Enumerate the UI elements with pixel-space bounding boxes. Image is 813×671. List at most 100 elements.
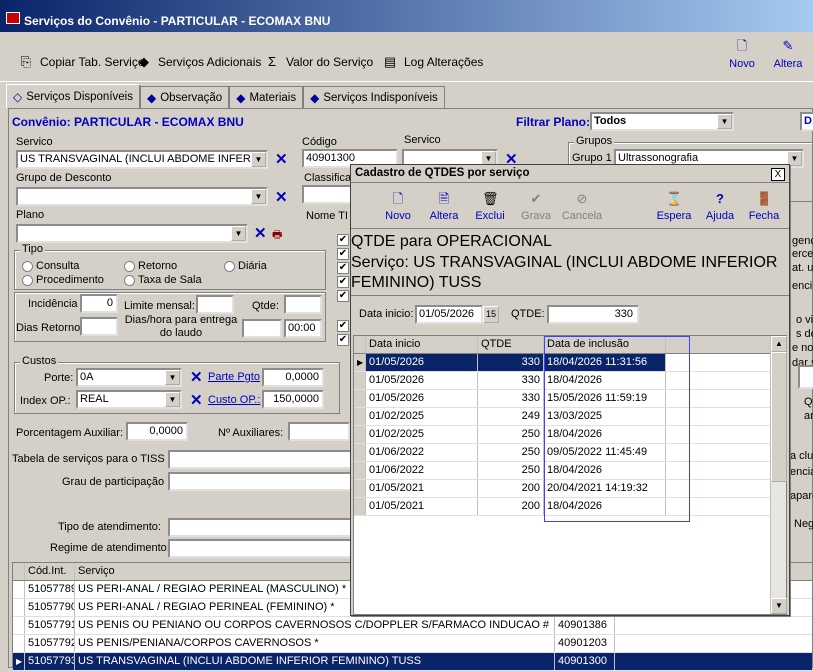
limite-input[interactable] [196, 295, 234, 314]
qtde-row[interactable]: 01/05/2026 330 15/05/2026 11:59:19 [354, 390, 786, 408]
qtde-input[interactable] [284, 295, 322, 314]
classifica-input[interactable] [302, 185, 352, 204]
radio-icon [124, 274, 135, 286]
clear-plano-icon[interactable]: ✕ [254, 224, 267, 242]
scroll-up-icon[interactable]: ▲ [771, 336, 787, 352]
dialog-wait-button[interactable]: ⌛ Espera [651, 191, 697, 222]
plano-search-icon[interactable]: 🖶 [272, 226, 282, 245]
tab-servicos-disponiveis[interactable]: ◇ Serviços Disponíveis [6, 84, 140, 108]
copy-icon: ⎘ [20, 54, 32, 69]
qtde-row[interactable]: 01/02/2025 249 13/03/2025 [354, 408, 786, 426]
hora-input[interactable]: 00:00 [284, 319, 322, 338]
qtde-row[interactable]: 01/05/2021 200 20/04/2021 14:19:32 [354, 480, 786, 498]
scroll-thumb[interactable] [771, 352, 787, 482]
qtde-cell: 200 [478, 480, 544, 497]
qtde-row[interactable]: 01/02/2025 250 18/04/2026 [354, 426, 786, 444]
clear-servico-icon[interactable]: ✕ [275, 150, 288, 168]
filter-plan-select[interactable]: Todos ▼ [590, 112, 734, 131]
chevron-down-icon[interactable]: ▼ [251, 189, 266, 204]
qtde-row[interactable]: ▶ 01/05/2026 330 18/04/2026 11:31:56 [354, 354, 786, 372]
parte-pgto-link[interactable]: Parte Pgto [208, 371, 260, 383]
right-clipped-button[interactable] [798, 365, 813, 389]
plano-select[interactable]: ▼ [16, 224, 248, 243]
col-qtde[interactable]: QTDE [478, 336, 544, 353]
tiss-input[interactable] [168, 450, 352, 469]
table-cell: 40901300 [555, 653, 615, 670]
chevron-down-icon[interactable]: ▼ [231, 226, 246, 241]
service-value-button[interactable]: Σ Valor do Serviço [264, 54, 373, 70]
qtde-row[interactable]: 01/05/2021 200 18/04/2026 [354, 498, 786, 516]
tipo-atend-input[interactable] [168, 518, 352, 537]
discount-group-select[interactable]: ▼ [16, 187, 268, 206]
regime-input[interactable] [168, 539, 352, 558]
tab-observacao[interactable]: ◆ Observação [139, 86, 230, 108]
dialog-new-button[interactable]: 🗋 Novo [375, 191, 421, 222]
radio-retorno[interactable]: Retorno [124, 260, 177, 272]
dialog-toolbar: 🗋 Novo 🗎 Altera 🗑 Exclui ✔ Grava ⊘ Cancela ⌛ E… [351, 185, 789, 229]
dialog-edit-button[interactable]: 🗎 Altera [421, 191, 467, 222]
clear-index-icon[interactable]: ✕ [190, 391, 203, 409]
custo-op-link[interactable]: Custo OP.: [208, 394, 260, 406]
calendar-icon[interactable]: 15 [483, 306, 499, 323]
porte-select[interactable]: 0A ▼ [76, 368, 182, 387]
n-aux-input[interactable] [288, 422, 350, 441]
radio-consulta[interactable]: Consulta [22, 260, 79, 272]
checkbox-1[interactable]: ✔ [337, 234, 349, 246]
edit-button[interactable]: ✎ Altera [766, 38, 810, 70]
dialog-cancel-button[interactable]: ⊘ Cancela [559, 191, 605, 222]
row-indicator [354, 390, 366, 407]
checkbox-7[interactable]: ✔ [337, 334, 349, 346]
additional-services-button[interactable]: ◆ Serviços Adicionais [136, 54, 261, 70]
col-data-inclusao[interactable]: Data de inclusão [544, 336, 666, 353]
incidencia-input[interactable]: 0 [80, 294, 118, 313]
chevron-down-icon[interactable]: ▼ [165, 370, 180, 385]
radio-diaria[interactable]: Diária [224, 260, 267, 272]
checkbox-6[interactable]: ✔ [337, 320, 349, 332]
check-icon: ✔ [530, 191, 542, 206]
dialog-date-input[interactable]: 01/05/2026 [415, 305, 483, 324]
qtde-row[interactable]: 01/06/2022 250 09/05/2022 11:45:49 [354, 444, 786, 462]
clear-discount-icon[interactable]: ✕ [275, 188, 288, 206]
copy-table-button[interactable]: ⎘ Copiar Tab. Serviço [18, 54, 145, 70]
scroll-down-icon[interactable]: ▼ [771, 598, 787, 614]
checkbox-3[interactable]: ✔ [337, 262, 349, 274]
tab-servicos-indisponiveis[interactable]: ◆ Serviços Indisponíveis [303, 86, 445, 108]
qtde-row[interactable]: 01/05/2026 330 18/04/2026 [354, 372, 786, 390]
parte-pgto-input[interactable]: 0,0000 [262, 368, 324, 387]
radio-procedimento[interactable]: Procedimento [22, 274, 104, 286]
tab-materiais[interactable]: ◆ Materiais [229, 86, 304, 108]
porc-aux-input[interactable]: 0,0000 [126, 422, 188, 441]
table-row[interactable]: ▶ 51057793 US TRANSVAGINAL (INCLUI ABDOME … [13, 653, 812, 671]
grau-input[interactable] [168, 472, 352, 491]
log-button[interactable]: ▤ Log Alterações [382, 54, 484, 70]
table-row[interactable]: 51057792 US PENIS/PENIANA/CORPOS CAVERNOS… [13, 635, 812, 653]
log-label: Log Alterações [404, 55, 484, 69]
col-data-inicio[interactable]: Data inicio [366, 336, 478, 353]
servico-select[interactable]: US TRANSVAGINAL (INCLUI ABDOME INFERII ▼ [16, 150, 268, 169]
dias-retorno-input[interactable] [80, 317, 118, 336]
custo-op-input[interactable]: 150,0000 [262, 390, 324, 409]
dialog-save-button[interactable]: ✔ Grava [513, 191, 559, 222]
chevron-down-icon[interactable]: ▼ [251, 152, 266, 167]
checkbox-5[interactable]: ✔ [337, 290, 349, 302]
dialog-delete-button[interactable]: 🗑 Exclui [467, 191, 513, 222]
dialog-help-button[interactable]: ? Ajuda [697, 191, 743, 222]
dialog-close-button[interactable]: X [771, 168, 785, 181]
clear-porte-icon[interactable]: ✕ [190, 368, 203, 386]
col-cod-int[interactable]: Cód.Int. [25, 563, 75, 580]
dialog-qtde-input[interactable]: 330 [547, 305, 639, 324]
checkbox-4[interactable]: ✔ [337, 276, 349, 288]
qtde-cell: 01/05/2021 [366, 480, 478, 497]
dias-laudo-input[interactable] [242, 319, 282, 338]
dialog-close-tool-button[interactable]: 🚪 Fecha [741, 191, 787, 222]
qtde-row[interactable]: 01/06/2022 250 18/04/2026 [354, 462, 786, 480]
radio-taxa-sala[interactable]: Taxa de Sala [124, 274, 202, 286]
table-row[interactable]: 51057791 US PENIS OU PENIANO OU CORPOS CA… [13, 617, 812, 635]
new-button[interactable]: 🗋 Novo [720, 38, 764, 70]
index-op-select[interactable]: REAL ▼ [76, 390, 182, 409]
chevron-down-icon[interactable]: ▼ [717, 114, 732, 129]
qtde-grid-scrollbar[interactable]: ▲ ▼ [770, 336, 787, 614]
window-titlebar: Serviços do Convênio - PARTICULAR - ECOM… [0, 0, 813, 32]
chevron-down-icon[interactable]: ▼ [165, 392, 180, 407]
checkbox-2[interactable]: ✔ [337, 248, 349, 260]
